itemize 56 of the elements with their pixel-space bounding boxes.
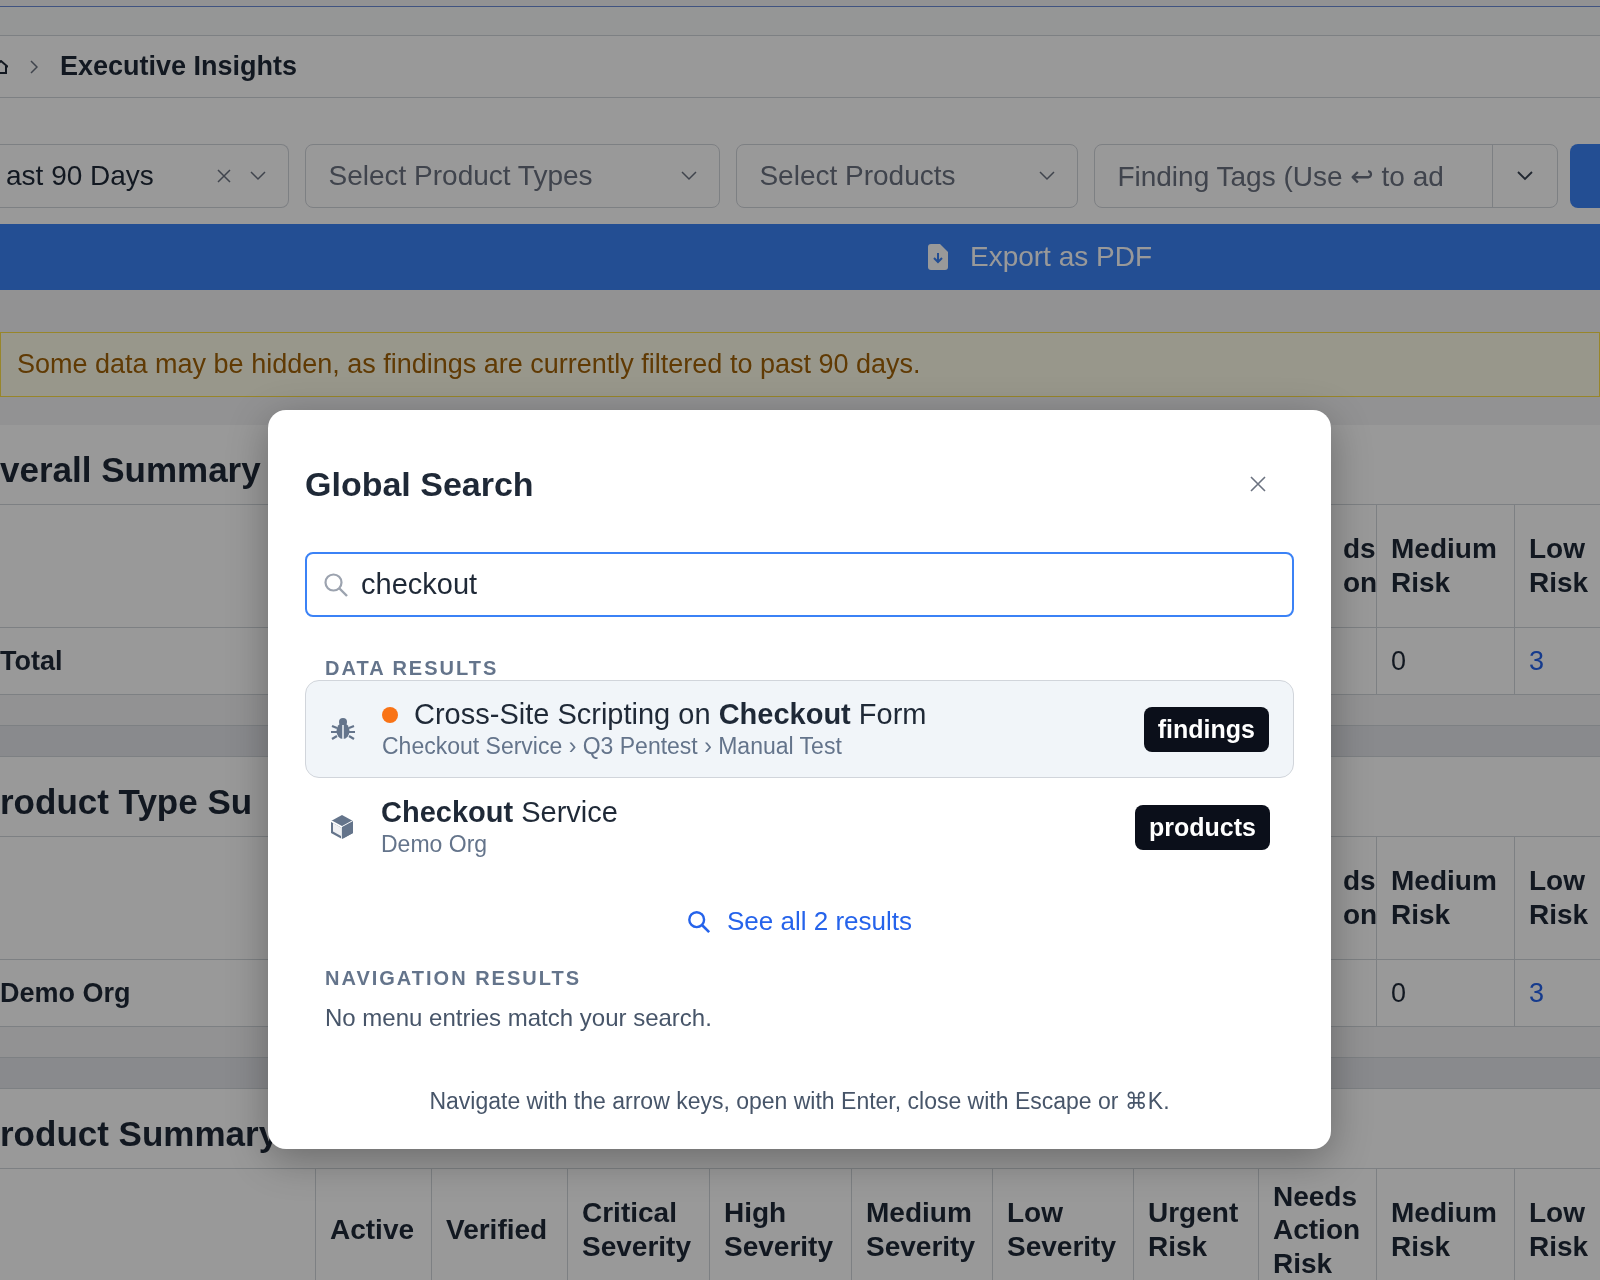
column-header: Low Risk bbox=[1514, 505, 1600, 627]
column-header: Medium Risk bbox=[1376, 837, 1514, 959]
column-header: Urgent Risk bbox=[1133, 1169, 1258, 1280]
column-header: Active bbox=[315, 1169, 431, 1280]
result-type-tag: products bbox=[1135, 804, 1270, 850]
section-title: verall Summary bbox=[0, 449, 261, 490]
home-icon[interactable] bbox=[0, 59, 8, 74]
search-result[interactable]: Cross-Site Scripting on Checkout Form Checkout Service › Q3 Pentest › Manual Test findings bbox=[305, 680, 1294, 778]
search-icon bbox=[323, 572, 349, 598]
search-icon bbox=[687, 909, 711, 934]
filter-select[interactable]: Select Product Types bbox=[305, 144, 721, 208]
see-all-link[interactable]: See all 2 results bbox=[687, 906, 912, 937]
tags-field[interactable]: Finding Tags (Use ↩ to ad bbox=[1094, 144, 1559, 208]
bug-icon bbox=[330, 716, 356, 742]
count-link[interactable]: 3 bbox=[1529, 977, 1545, 1009]
chevron-down-icon bbox=[1039, 171, 1056, 181]
column-header: Medium Risk bbox=[1376, 505, 1514, 627]
column-header: High Severity bbox=[709, 1169, 851, 1280]
close-icon[interactable] bbox=[1250, 476, 1266, 492]
keyboard-hint: Navigate with the arrow keys, open with Enter, close with Escape or ⌘K. bbox=[428, 1088, 1171, 1115]
column-header: Medium Risk bbox=[1376, 1169, 1514, 1280]
row-label: Total bbox=[0, 645, 63, 677]
dialog-title: Global Search bbox=[305, 464, 534, 504]
result-path: Demo Org bbox=[381, 831, 489, 858]
clear-icon[interactable] bbox=[216, 168, 233, 184]
chevron-down-icon bbox=[681, 171, 698, 181]
date-range-select[interactable]: ast 90 Days bbox=[0, 144, 290, 208]
count-link[interactable]: 3 bbox=[1529, 645, 1545, 677]
column-header: Critical Severity bbox=[567, 1169, 709, 1280]
file-download-icon bbox=[927, 244, 948, 270]
breadcrumb-current: Executive Insights bbox=[60, 51, 298, 82]
cube-icon bbox=[329, 814, 355, 840]
column-header: Low Risk bbox=[1514, 1169, 1600, 1280]
chevron-down-icon bbox=[250, 171, 267, 181]
warning-text: Some data may be hidden, as findings are currently filtered to past 90 days. bbox=[17, 349, 921, 380]
filter-select[interactable]: Select Products bbox=[736, 144, 1079, 208]
section-heading: NAVIGATION RESULTS bbox=[324, 967, 582, 990]
column-header: Needs Action Risk bbox=[1258, 1169, 1376, 1280]
empty-message: No menu entries match your search. bbox=[324, 1004, 713, 1032]
search-field[interactable]: checkout bbox=[305, 552, 1294, 617]
column-header: Low Risk bbox=[1514, 837, 1600, 959]
column-header: Verified bbox=[431, 1169, 567, 1280]
section-title: roduct Type Su bbox=[0, 781, 253, 822]
export-button[interactable]: Export as PDF bbox=[0, 224, 1600, 290]
row-label: Demo Org bbox=[0, 977, 131, 1009]
chevron-right-icon bbox=[30, 59, 38, 74]
result-path: Checkout Service › Q3 Pentest › Manual Test bbox=[382, 733, 843, 760]
section-heading: DATA RESULTS bbox=[324, 657, 500, 680]
column-header: Medium Severity bbox=[851, 1169, 992, 1280]
chevron-down-icon bbox=[1517, 171, 1534, 181]
result-title: Cross-Site Scripting on Checkout Form bbox=[414, 698, 927, 731]
table-cell: 0 bbox=[1391, 977, 1407, 1009]
table-cell: 0 bbox=[1391, 645, 1407, 677]
result-title: Checkout Service bbox=[381, 796, 618, 829]
result-type-tag: findings bbox=[1143, 706, 1269, 752]
column-header: Low Severity bbox=[992, 1169, 1133, 1280]
